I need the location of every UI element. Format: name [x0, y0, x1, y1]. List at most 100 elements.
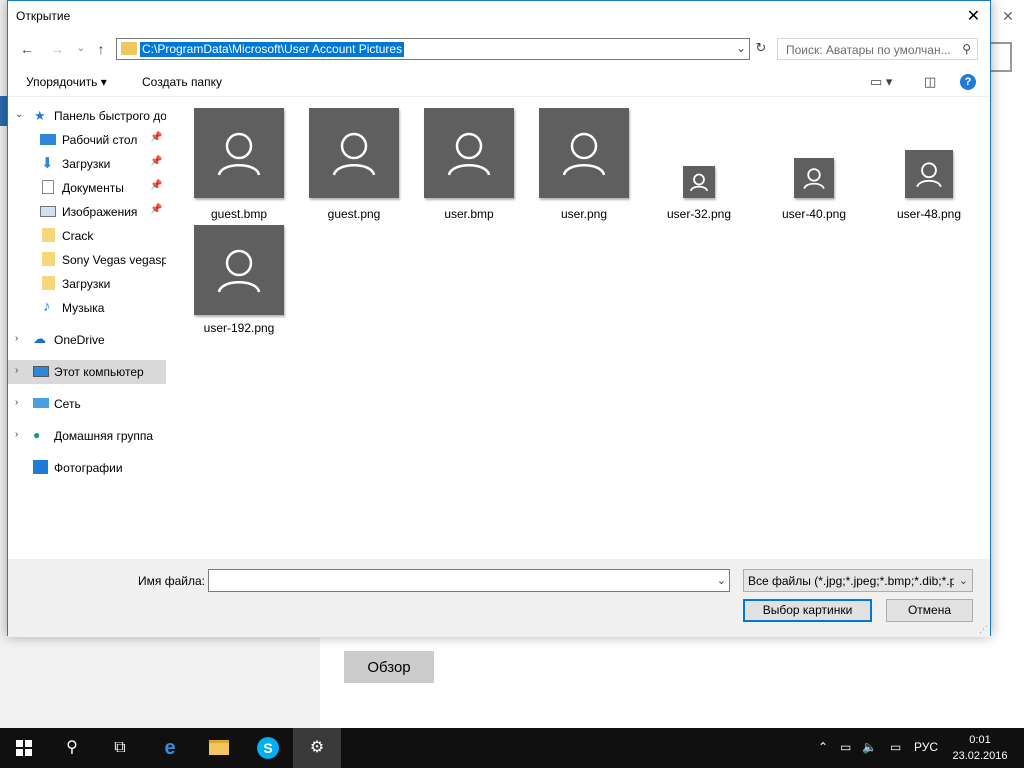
search-icon[interactable]: ⚲	[962, 42, 971, 56]
file-name: guest.png	[327, 207, 381, 221]
nav-item-music[interactable]: ♪ Музыка	[8, 296, 166, 320]
chevron-down-icon[interactable]: ⌄	[959, 574, 968, 587]
file-name-input[interactable]: ⌄	[208, 569, 730, 592]
nav-item-crack[interactable]: Crack	[8, 224, 166, 248]
cloud-icon: ☁	[33, 331, 46, 346]
volume-icon[interactable]: 🔈	[862, 740, 877, 754]
pin-icon[interactable]: 📌	[150, 180, 162, 191]
close-icon[interactable]: ✕	[1000, 8, 1016, 24]
nav-item-desktop[interactable]: Рабочий стол 📌	[8, 128, 166, 152]
nav-label: Рабочий стол	[62, 133, 138, 147]
search-button[interactable]	[988, 42, 1012, 72]
nav-label: OneDrive	[54, 333, 105, 347]
skype-icon[interactable]: S	[244, 728, 292, 768]
pin-icon[interactable]: 📌	[150, 204, 162, 215]
music-note-icon: ♪	[43, 298, 51, 315]
nav-item-quick-access[interactable]: ⌄ ★ Панель быстрого дос	[8, 104, 166, 128]
search-placeholder: Поиск: Аватары по умолчан...	[786, 43, 951, 57]
clock-date: 23.02.2016	[952, 750, 1008, 762]
language-indicator[interactable]: РУС	[914, 740, 938, 754]
star-icon: ★	[34, 108, 46, 123]
nav-item-downloads-folder[interactable]: Загрузки	[8, 272, 166, 296]
file-tile[interactable]: user-32.png	[644, 108, 754, 221]
nav-item-documents[interactable]: Документы 📌	[8, 176, 166, 200]
address-path[interactable]: C:\ProgramData\Microsoft\User Account Pi…	[140, 42, 405, 57]
folder-icon	[42, 276, 55, 290]
windows-start-icon[interactable]	[0, 728, 48, 768]
file-tile[interactable]: guest.bmp	[184, 108, 294, 221]
file-type-select[interactable]: Все файлы (*.jpg;*.jpeg;*.bmp;*.dib;*.p …	[743, 569, 973, 592]
expand-chevron-icon[interactable]: ⌄	[15, 109, 23, 120]
desktop-icon	[40, 134, 56, 145]
documents-icon	[42, 180, 54, 194]
network-tray-icon[interactable]: ▭	[840, 740, 851, 754]
user-avatar-icon	[905, 150, 953, 198]
user-avatar-icon	[539, 108, 629, 198]
nav-item-homegroup[interactable]: › ● Домашняя группа	[8, 424, 166, 448]
nav-item-onedrive[interactable]: › ☁ OneDrive	[8, 328, 166, 352]
pin-icon[interactable]: 📌	[150, 132, 162, 143]
nav-label: Sony Vegas vegaspr	[62, 253, 166, 267]
help-icon[interactable]: ?	[960, 74, 976, 90]
nav-label: Документы	[62, 181, 124, 195]
file-name: user-32.png	[666, 207, 732, 221]
nav-item-this-pc[interactable]: › Этот компьютер	[8, 360, 166, 384]
browse-button[interactable]: Обзор	[344, 651, 434, 683]
search-input[interactable]: Поиск: Аватары по умолчан... ⚲	[777, 38, 978, 60]
file-tile[interactable]: guest.png	[299, 108, 409, 221]
expand-chevron-icon[interactable]: ›	[15, 397, 18, 408]
new-folder-button[interactable]: Создать папку	[142, 75, 222, 89]
recent-chevron-down-icon[interactable]: ⌄	[72, 40, 90, 58]
close-icon[interactable]: ✕	[957, 1, 990, 32]
nav-item-pictures[interactable]: Изображения 📌	[8, 200, 166, 224]
user-avatar-icon	[309, 108, 399, 198]
settings-gear-icon[interactable]: ⚙	[293, 728, 341, 768]
file-name-panel: Имя файла: ⌄ Все файлы (*.jpg;*.jpeg;*.b…	[8, 559, 990, 637]
back-arrow-icon[interactable]: ←	[18, 40, 36, 58]
edge-browser-icon[interactable]: e	[146, 728, 194, 768]
file-tile[interactable]: user-48.png	[874, 108, 984, 221]
view-options-icon[interactable]: ▭ ▾	[870, 74, 892, 90]
computer-icon	[33, 366, 49, 377]
nav-item-sony-vegas[interactable]: Sony Vegas vegaspr	[8, 248, 166, 272]
nav-label: Загрузки	[62, 277, 111, 291]
nav-label: Загрузки	[62, 157, 111, 171]
folder-icon	[42, 228, 55, 242]
file-name: guest.bmp	[210, 207, 268, 221]
chevron-up-icon[interactable]: ⌃	[818, 740, 828, 754]
task-view-icon[interactable]: ⧉	[96, 728, 144, 768]
nav-item-downloads[interactable]: ⬇ Загрузки 📌	[8, 152, 166, 176]
choose-picture-button[interactable]: Выбор картинки	[743, 599, 872, 622]
preview-pane-icon[interactable]: ◫	[924, 74, 936, 90]
nav-item-photos[interactable]: Фотографии	[8, 456, 166, 480]
refresh-icon[interactable]: ↻	[752, 40, 770, 58]
expand-chevron-icon[interactable]: ›	[15, 365, 18, 376]
search-icon[interactable]: ⚲	[48, 728, 96, 768]
pin-icon[interactable]: 📌	[150, 156, 162, 167]
file-tile[interactable]: user-40.png	[759, 108, 869, 221]
nav-label: Изображения	[62, 205, 138, 219]
file-explorer-icon[interactable]	[195, 728, 243, 768]
file-tile[interactable]: user.bmp	[414, 108, 524, 221]
address-bar[interactable]: C:\ProgramData\Microsoft\User Account Pi…	[116, 38, 750, 60]
expand-chevron-icon[interactable]: ›	[15, 333, 18, 344]
notifications-icon[interactable]: ▭	[890, 740, 901, 754]
organize-button[interactable]: Упорядочить ▾	[26, 75, 107, 89]
user-avatar-icon	[424, 108, 514, 198]
clock-time: 0:01	[969, 734, 991, 746]
file-tile[interactable]: user-192.png	[184, 225, 294, 335]
clock[interactable]: 0:01 23.02.2016	[948, 732, 1012, 764]
open-file-dialog: Открытие ✕ ← → ⌄ ↑ C:\ProgramData\Micros…	[7, 0, 991, 637]
up-arrow-icon[interactable]: ↑	[92, 40, 110, 58]
file-tile[interactable]: user.png	[529, 108, 639, 221]
file-name: user-192.png	[203, 321, 275, 335]
chevron-down-icon[interactable]: ⌄	[717, 574, 726, 587]
chevron-down-icon[interactable]: ⌄	[736, 41, 746, 55]
expand-chevron-icon[interactable]: ›	[15, 429, 18, 440]
nav-label: Фотографии	[54, 461, 123, 475]
resize-grip-icon[interactable]: ⋰	[979, 624, 988, 635]
folder-icon	[121, 42, 137, 55]
nav-item-network[interactable]: › Сеть	[8, 392, 166, 416]
cancel-button[interactable]: Отмена	[886, 599, 973, 622]
forward-arrow-icon[interactable]: →	[48, 40, 66, 58]
